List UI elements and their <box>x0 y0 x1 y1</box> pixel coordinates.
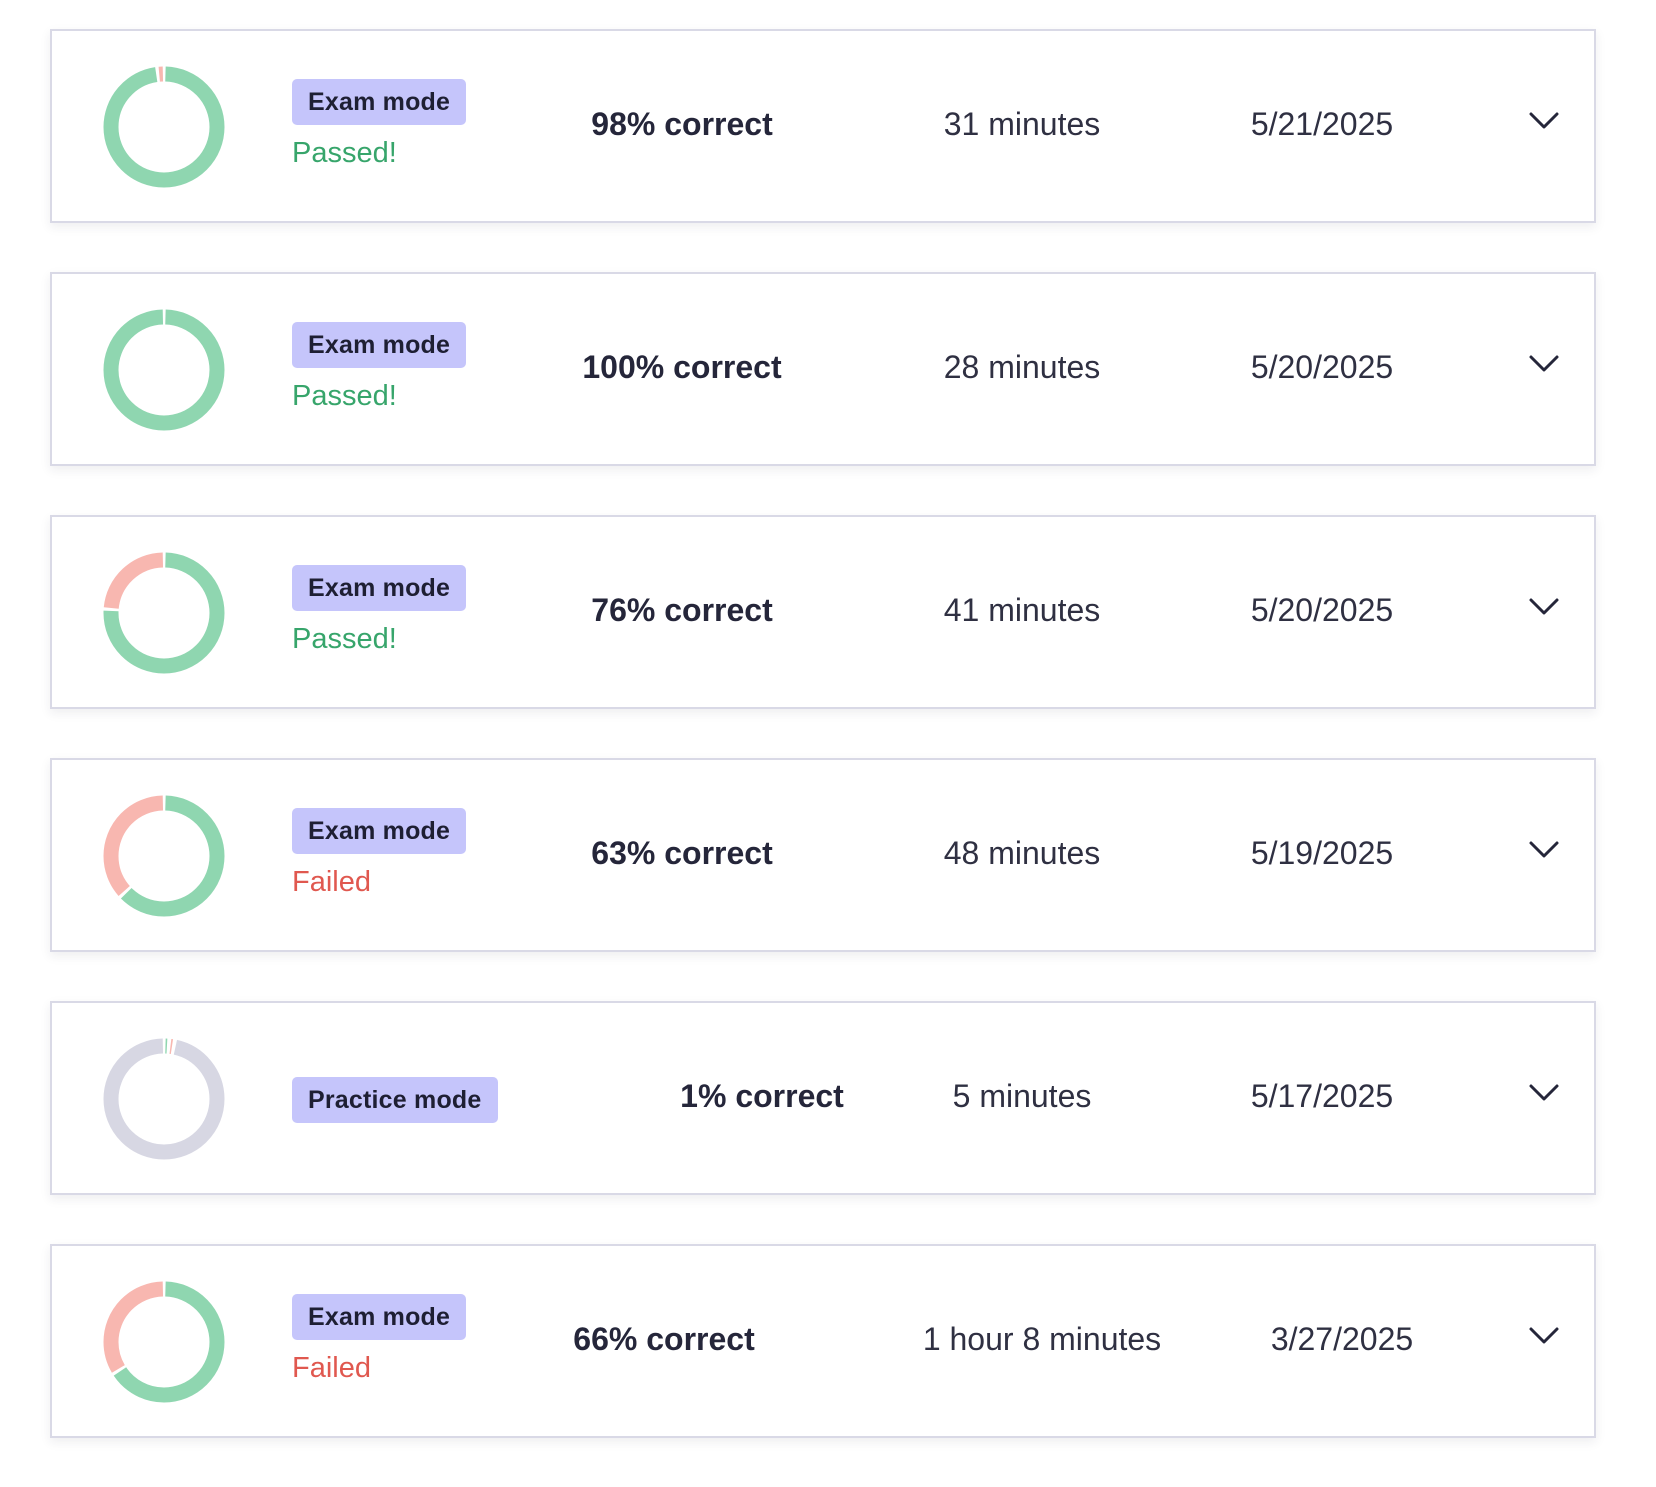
score-donut-chart <box>103 1281 225 1403</box>
date-text: 5/20/2025 <box>1250 592 1394 628</box>
duration-text: 28 minutes <box>943 349 1101 385</box>
mode-block: Exam mode Failed <box>292 1294 467 1384</box>
duration-text: 48 minutes <box>943 835 1101 871</box>
date-text: 5/21/2025 <box>1250 106 1394 142</box>
chevron-down-icon[interactable] <box>1526 346 1562 382</box>
mode-block: Exam mode Passed! <box>292 322 467 412</box>
mode-badge: Exam mode <box>292 322 467 368</box>
duration-text: 5 minutes <box>952 1078 1092 1114</box>
score-text: 100% correct <box>582 349 782 385</box>
donut-unanswered-segment <box>103 1038 225 1160</box>
chevron-down-icon[interactable] <box>1526 589 1562 625</box>
chevron-down-icon[interactable] <box>1526 832 1562 868</box>
donut-correct-segment <box>103 66 225 188</box>
score-text: 76% correct <box>591 592 773 628</box>
score-donut-chart <box>103 1038 225 1160</box>
date-text: 5/17/2025 <box>1250 1078 1394 1114</box>
donut-svg <box>103 1281 225 1403</box>
status-text: Failed <box>292 866 371 898</box>
attempt-card[interactable]: Exam mode Passed! 98% correct 31 minutes… <box>50 29 1596 223</box>
mode-badge: Exam mode <box>292 79 467 125</box>
score-text: 98% correct <box>591 106 773 142</box>
mode-badge: Exam mode <box>292 565 467 611</box>
chevron-down-icon[interactable] <box>1526 1318 1562 1354</box>
score-donut-chart <box>103 795 225 917</box>
donut-svg <box>103 1038 225 1160</box>
score-donut-chart <box>103 66 225 188</box>
mode-badge: Practice mode <box>292 1077 498 1123</box>
duration-text: 1 hour 8 minutes <box>922 1321 1162 1357</box>
attempt-list: Exam mode Passed! 98% correct 31 minutes… <box>50 29 1596 1487</box>
attempt-card[interactable]: Exam mode Failed 66% correct 1 hour 8 mi… <box>50 1244 1596 1438</box>
mode-badge: Exam mode <box>292 1294 467 1340</box>
score-donut-chart <box>103 309 225 431</box>
attempt-card[interactable]: Practice mode 1% correct 5 minutes 5/17/… <box>50 1001 1596 1195</box>
score-text: 63% correct <box>591 835 773 871</box>
date-text: 5/19/2025 <box>1250 835 1394 871</box>
mode-block: Exam mode Passed! <box>292 79 467 169</box>
donut-svg <box>103 66 225 188</box>
date-text: 3/27/2025 <box>1270 1321 1414 1357</box>
donut-svg <box>103 309 225 431</box>
attempt-card[interactable]: Exam mode Failed 63% correct 48 minutes … <box>50 758 1596 952</box>
score-donut-chart <box>103 552 225 674</box>
chevron-down-icon[interactable] <box>1526 103 1562 139</box>
donut-correct-segment <box>103 309 225 431</box>
mode-badge: Exam mode <box>292 808 467 854</box>
score-text: 1% correct <box>680 1078 844 1114</box>
attempt-card[interactable]: Exam mode Passed! 100% correct 28 minute… <box>50 272 1596 466</box>
status-text: Passed! <box>292 137 397 169</box>
mode-block: Exam mode Failed <box>292 808 467 898</box>
score-text: 66% correct <box>573 1321 755 1357</box>
status-text: Passed! <box>292 380 397 412</box>
donut-svg <box>103 552 225 674</box>
chevron-down-icon[interactable] <box>1526 1075 1562 1111</box>
mode-block: Practice mode <box>292 1077 498 1123</box>
duration-text: 31 minutes <box>943 106 1101 142</box>
date-text: 5/20/2025 <box>1250 349 1394 385</box>
status-text: Failed <box>292 1352 371 1384</box>
duration-text: 41 minutes <box>943 592 1101 628</box>
attempt-card[interactable]: Exam mode Passed! 76% correct 41 minutes… <box>50 515 1596 709</box>
donut-svg <box>103 795 225 917</box>
mode-block: Exam mode Passed! <box>292 565 467 655</box>
status-text: Passed! <box>292 623 397 655</box>
